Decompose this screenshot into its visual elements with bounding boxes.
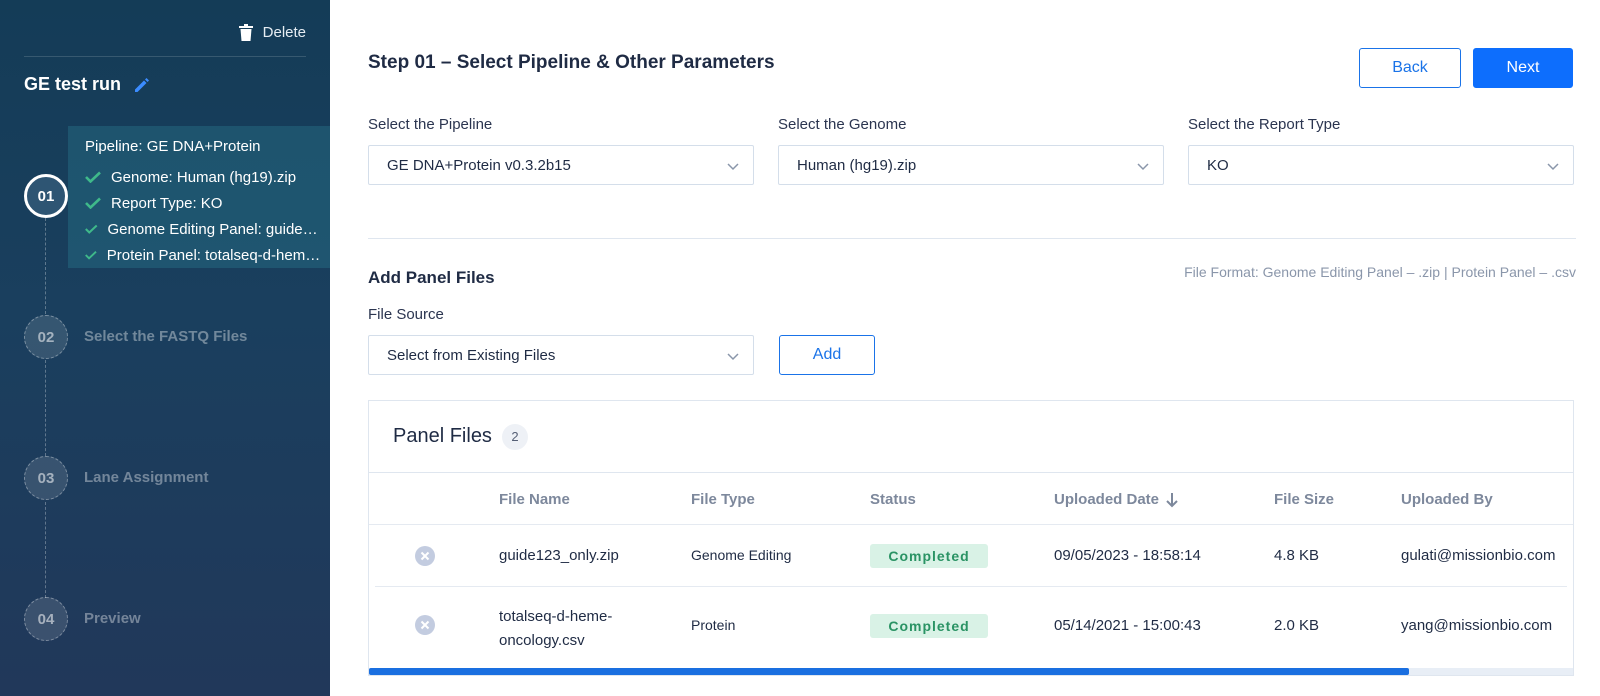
table-row: totalseq-d-heme- oncology.csv Protein Co… <box>375 587 1567 667</box>
step-04-circle[interactable]: 04 <box>24 597 68 641</box>
chevron-down-icon <box>727 353 739 361</box>
arrow-down-icon <box>1166 492 1178 507</box>
delete-button[interactable]: Delete <box>238 24 306 41</box>
chevron-down-icon <box>1547 163 1559 171</box>
step-connector <box>45 502 46 598</box>
pencil-icon[interactable] <box>133 76 151 94</box>
scrollbar-thumb[interactable] <box>369 668 1409 675</box>
next-button[interactable]: Next <box>1473 48 1573 88</box>
step-02-circle[interactable]: 02 <box>24 315 68 359</box>
genome-label: Select the Genome <box>778 116 907 133</box>
step-connector <box>45 218 46 314</box>
chevron-down-icon <box>1137 163 1149 171</box>
status-badge: Completed <box>870 544 988 568</box>
run-title-row: GE test run <box>24 74 151 95</box>
sidebar-divider <box>24 56 306 57</box>
pipeline-select[interactable]: GE DNA+Protein v0.3.2b15 <box>368 145 754 185</box>
report-type-select[interactable]: KO <box>1188 145 1574 185</box>
uploaded-by: gulati@missionbio.com <box>1401 547 1556 564</box>
file-source-label: File Source <box>368 306 444 323</box>
check-icon <box>85 224 98 234</box>
table-header: File Name File Type Status Uploaded Date… <box>369 473 1573 525</box>
step-01-report-type: Report Type: KO <box>85 190 325 216</box>
add-panel-files-title: Add Panel Files <box>368 268 495 287</box>
file-source-select[interactable]: Select from Existing Files <box>368 335 754 375</box>
panel-files-header: Panel Files 2 <box>369 401 1573 473</box>
file-name: guide123_only.zip <box>499 547 619 564</box>
step-03-circle[interactable]: 03 <box>24 456 68 500</box>
step-01-genome: Genome: Human (hg19).zip <box>85 164 325 190</box>
step-01-circle[interactable]: 01 <box>24 174 68 218</box>
col-file-name[interactable]: File Name <box>499 491 570 508</box>
check-icon <box>85 171 101 183</box>
delete-label: Delete <box>262 24 306 41</box>
uploaded-by: yang@missionbio.com <box>1401 617 1553 634</box>
col-status[interactable]: Status <box>870 491 916 508</box>
page-title: Step 01 – Select Pipeline & Other Parame… <box>368 52 775 73</box>
trash-icon <box>238 24 253 41</box>
file-format-hint: File Format: Genome Editing Panel – .zip… <box>1184 264 1576 280</box>
add-button[interactable]: Add <box>779 335 875 375</box>
file-name: totalseq-d-heme- oncology.csv <box>499 605 612 653</box>
sidebar: Delete GE test run 01 Pipeline: GE DNA+P… <box>0 0 330 696</box>
pipeline-label: Select the Pipeline <box>368 116 493 133</box>
file-source-value: Select from Existing Files <box>387 346 556 364</box>
uploaded-date: 05/14/2021 - 15:00:43 <box>1054 617 1201 634</box>
file-type: Protein <box>691 617 736 633</box>
file-size: 4.8 KB <box>1274 547 1320 564</box>
uploaded-date: 09/05/2023 - 18:58:14 <box>1054 547 1201 564</box>
report-type-value: KO <box>1207 156 1229 174</box>
step-connector <box>45 360 46 456</box>
file-type: Genome Editing <box>691 547 792 563</box>
run-title: GE test run <box>24 74 122 94</box>
genome-select[interactable]: Human (hg19).zip <box>778 145 1164 185</box>
step-01-protein-panel: Protein Panel: totalseq-d-heme-oncology.… <box>85 242 325 268</box>
horizontal-scrollbar[interactable] <box>369 668 1573 675</box>
step-01-summary: Pipeline: GE DNA+Protein Genome: Human (… <box>85 136 325 268</box>
col-file-type[interactable]: File Type <box>691 491 755 508</box>
status-badge: Completed <box>870 614 988 638</box>
step-01-genome-editing-panel: Genome Editing Panel: guide123_only.zip <box>85 216 325 242</box>
col-file-size[interactable]: File Size <box>1274 491 1334 508</box>
col-uploaded-date[interactable]: Uploaded Date <box>1054 491 1179 508</box>
genome-value: Human (hg19).zip <box>797 156 917 174</box>
chevron-down-icon <box>727 163 739 171</box>
file-size: 2.0 KB <box>1274 617 1320 634</box>
report-type-label: Select the Report Type <box>1188 116 1341 133</box>
step-04-label[interactable]: Preview <box>84 610 141 627</box>
step-01-pipeline: Pipeline: GE DNA+Protein <box>85 138 261 155</box>
section-divider <box>368 238 1576 239</box>
pipeline-value: GE DNA+Protein v0.3.2b15 <box>387 156 571 174</box>
check-icon <box>85 197 101 209</box>
remove-icon[interactable] <box>414 545 436 567</box>
step-03-label[interactable]: Lane Assignment <box>84 469 208 486</box>
file-name-line-2: oncology.csv <box>499 632 585 649</box>
remove-icon[interactable] <box>414 614 436 636</box>
main-content: Step 01 – Select Pipeline & Other Parame… <box>330 0 1600 696</box>
back-button[interactable]: Back <box>1359 48 1461 88</box>
panel-files-card: Panel Files 2 File Name File Type Status… <box>368 400 1574 676</box>
check-icon <box>85 251 97 260</box>
panel-files-title: Panel Files <box>393 425 492 447</box>
col-uploaded-by[interactable]: Uploaded By <box>1401 491 1493 508</box>
file-name-line-1: totalseq-d-heme- <box>499 608 613 625</box>
table-row: guide123_only.zip Genome Editing Complet… <box>375 525 1567 587</box>
step-02-label[interactable]: Select the FASTQ Files <box>84 328 247 345</box>
panel-files-count: 2 <box>501 423 528 450</box>
